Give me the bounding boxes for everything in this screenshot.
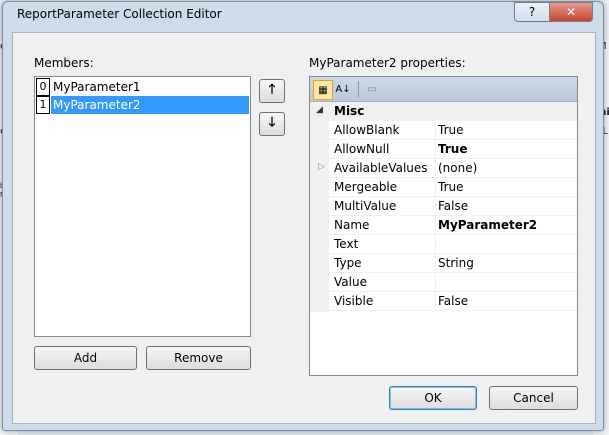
members-list[interactable]: 0 MyParameter1 1 MyParameter2	[34, 76, 251, 337]
property-value[interactable]: False	[438, 199, 468, 213]
arrow-down-icon: 🡓	[268, 115, 276, 130]
collection-editor-dialog: ReportParameter Collection Editor ? ✕ Me…	[2, 1, 604, 431]
collapse-icon[interactable]: ◢	[316, 105, 323, 115]
category-name: Misc	[334, 104, 365, 118]
property-grid-toolbar: ▦ A↓ ▭	[310, 77, 577, 102]
cancel-button[interactable]: Cancel	[489, 386, 578, 410]
add-button[interactable]: Add	[34, 346, 137, 370]
property-name: AvailableValues	[334, 161, 428, 175]
close-button[interactable]: ✕	[549, 2, 593, 22]
property-value[interactable]: True	[438, 142, 467, 156]
property-row[interactable]: ▷ AvailableValues (none)	[310, 159, 577, 178]
alphabetical-sort-icon[interactable]: A↓	[334, 80, 352, 98]
dialog-client-area: Members: MyParameter2 properties: 0 MyPa…	[12, 32, 596, 424]
ok-button[interactable]: OK	[389, 386, 477, 410]
members-label: Members:	[34, 56, 94, 70]
property-value[interactable]: False	[438, 294, 468, 308]
title-bar[interactable]: ReportParameter Collection Editor ? ✕	[3, 2, 603, 26]
property-value[interactable]: String	[438, 256, 474, 270]
remove-button[interactable]: Remove	[146, 346, 251, 370]
property-name: Type	[334, 256, 362, 270]
property-name: Name	[334, 218, 370, 232]
ok-button-label: OK	[424, 391, 442, 405]
expand-icon[interactable]: ▷	[318, 162, 325, 172]
property-name: MultiValue	[334, 199, 397, 213]
help-icon: ?	[528, 5, 536, 19]
dialog-title: ReportParameter Collection Editor	[17, 7, 222, 21]
property-name: AllowBlank	[334, 123, 400, 137]
member-name: MyParameter2	[53, 98, 141, 112]
property-pages-icon[interactable]: ▭	[363, 80, 381, 98]
property-row[interactable]: Type String	[310, 254, 577, 273]
remove-button-label: Remove	[174, 351, 223, 365]
property-row[interactable]: Mergeable True	[310, 178, 577, 197]
property-row[interactable]: Visible False	[310, 292, 577, 311]
categorized-view-icon[interactable]: ▦	[313, 80, 333, 100]
property-row[interactable]: Text	[310, 235, 577, 254]
help-button[interactable]: ?	[514, 2, 550, 22]
property-row[interactable]: MultiValue False	[310, 197, 577, 216]
property-value[interactable]: True	[438, 180, 464, 194]
toolbar-separator	[358, 81, 359, 97]
move-up-button[interactable]: 🡑	[259, 79, 285, 103]
property-name: Visible	[334, 294, 374, 308]
property-name: Text	[334, 237, 359, 251]
property-value[interactable]: True	[438, 123, 464, 137]
property-row[interactable]: AllowNull True	[310, 140, 577, 159]
close-icon: ✕	[565, 5, 577, 19]
cancel-button-label: Cancel	[513, 391, 554, 405]
property-value[interactable]: MyParameter2	[438, 218, 537, 232]
member-name: MyParameter1	[53, 80, 141, 94]
move-down-button[interactable]: 🡓	[259, 112, 285, 136]
member-item-selected[interactable]: 1 MyParameter2	[36, 96, 249, 114]
property-category-misc[interactable]: ◢ Misc	[310, 102, 577, 121]
property-name: AllowNull	[334, 142, 390, 156]
property-row[interactable]: Name MyParameter2	[310, 216, 577, 235]
add-button-label: Add	[73, 351, 98, 365]
properties-label: MyParameter2 properties:	[309, 56, 466, 70]
property-value[interactable]: (none)	[438, 161, 477, 175]
member-index: 1	[36, 96, 50, 114]
property-row[interactable]: Value	[310, 273, 577, 292]
member-item[interactable]: 0 MyParameter1	[36, 78, 249, 96]
property-name: Value	[334, 275, 367, 289]
arrow-up-icon: 🡑	[268, 82, 276, 97]
property-grid[interactable]: ▦ A↓ ▭ ◢ Misc AllowBlank True AllowNull …	[309, 76, 578, 376]
property-name: Mergeable	[334, 180, 398, 194]
property-row[interactable]: AllowBlank True	[310, 121, 577, 140]
member-index: 0	[36, 78, 50, 96]
